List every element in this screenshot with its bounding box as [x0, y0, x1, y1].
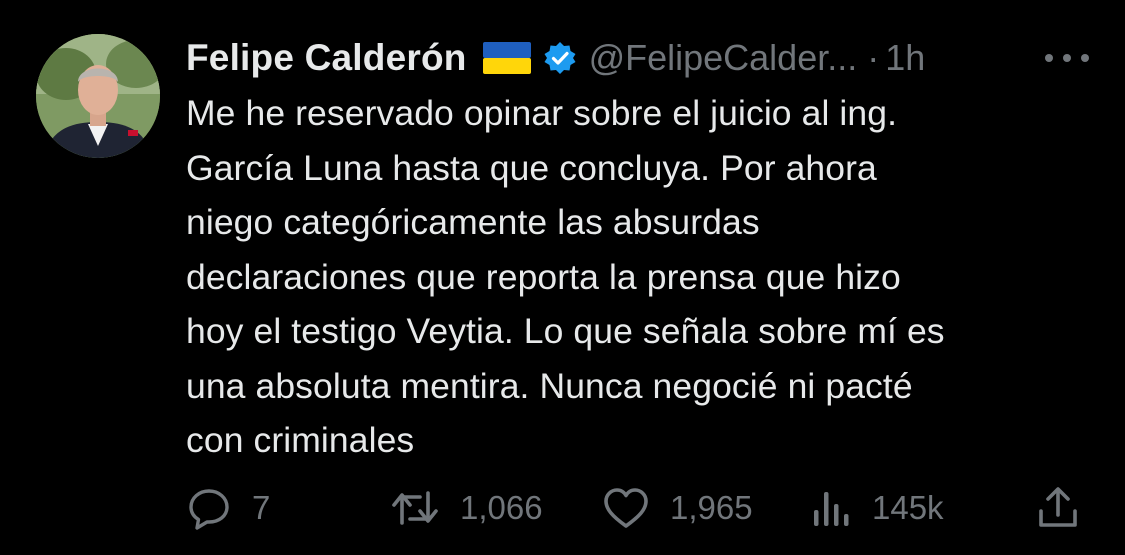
- heart-icon: [602, 486, 650, 530]
- views-count: 145k: [872, 489, 944, 526]
- tweet-card[interactable]: Felipe Calderón @FelipeCalder... · 1h Me…: [0, 0, 1125, 555]
- views-button[interactable]: 145k: [812, 478, 944, 538]
- views-icon: [812, 486, 852, 530]
- author-name[interactable]: Felipe Calderón: [186, 37, 467, 79]
- tweet-text: Me he reservado opinar sobre el juicio a…: [186, 93, 945, 460]
- retweet-icon: [390, 485, 440, 531]
- tweet-header: Felipe Calderón @FelipeCalder... · 1h: [186, 30, 1106, 86]
- dot: [1063, 54, 1071, 62]
- reply-button[interactable]: 7: [186, 478, 270, 538]
- dot: [1081, 54, 1089, 62]
- separator-dot: ·: [867, 37, 880, 78]
- like-button[interactable]: 1,965: [602, 478, 753, 538]
- avatar[interactable]: [36, 34, 160, 158]
- tweet-timestamp[interactable]: 1h: [885, 37, 925, 79]
- more-options-icon[interactable]: [1045, 38, 1089, 78]
- share-icon: [1036, 485, 1080, 531]
- verified-badge-icon: [543, 41, 577, 75]
- retweet-button[interactable]: 1,066: [390, 478, 543, 538]
- author-handle[interactable]: @FelipeCalder...: [589, 37, 858, 79]
- dot: [1045, 54, 1053, 62]
- like-count: 1,965: [670, 489, 753, 526]
- reply-count: 7: [252, 489, 271, 526]
- share-button[interactable]: [1036, 478, 1080, 538]
- reply-icon: [186, 485, 232, 531]
- tweet-actions-bar: 7 1,066 1,965 145k: [180, 478, 1090, 538]
- ukraine-flag: [482, 42, 531, 74]
- retweet-count: 1,066: [460, 489, 543, 526]
